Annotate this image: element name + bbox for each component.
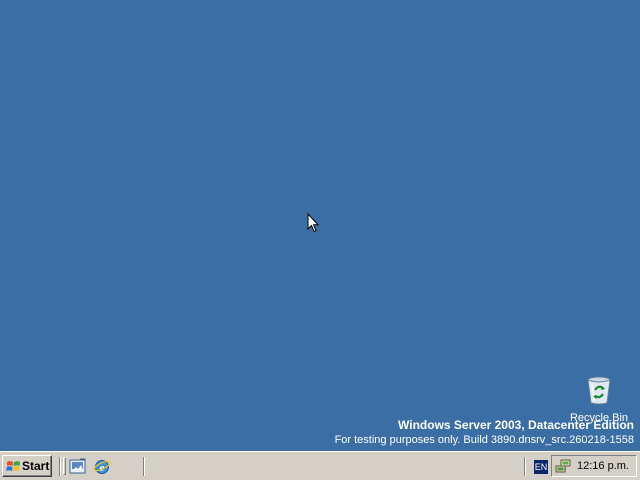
windows-logo-icon: [6, 461, 20, 471]
internet-explorer-icon[interactable]: e: [93, 458, 111, 475]
system-tray: 12:16 p.m.: [551, 455, 637, 477]
taskbar: Start e EN 12:16 p.m.: [0, 451, 640, 480]
start-button[interactable]: Start: [2, 455, 52, 477]
recycle-bin-icon: [587, 376, 611, 405]
language-indicator[interactable]: EN: [534, 460, 548, 474]
quick-launch-grip[interactable]: [63, 457, 66, 475]
clock[interactable]: 12:16 p.m.: [577, 459, 629, 473]
desktop: Recycle Bin Windows Server 2003, Datacen…: [0, 0, 640, 451]
recycle-bin[interactable]: Recycle Bin: [566, 374, 632, 424]
show-desktop-icon[interactable]: [69, 458, 87, 475]
tray-separator: [524, 457, 526, 476]
network-icon[interactable]: [555, 458, 571, 474]
taskbar-separator: [143, 457, 145, 476]
os-edition-text: Windows Server 2003, Datacenter Edition: [398, 418, 634, 432]
taskbar-separator: [59, 457, 61, 476]
os-build-text: For testing purposes only. Build 3890.dn…: [334, 434, 634, 446]
start-label: Start: [22, 459, 50, 473]
mouse-pointer-icon: [307, 213, 319, 233]
os-watermark: Windows Server 2003, Datacenter Edition …: [335, 418, 634, 447]
